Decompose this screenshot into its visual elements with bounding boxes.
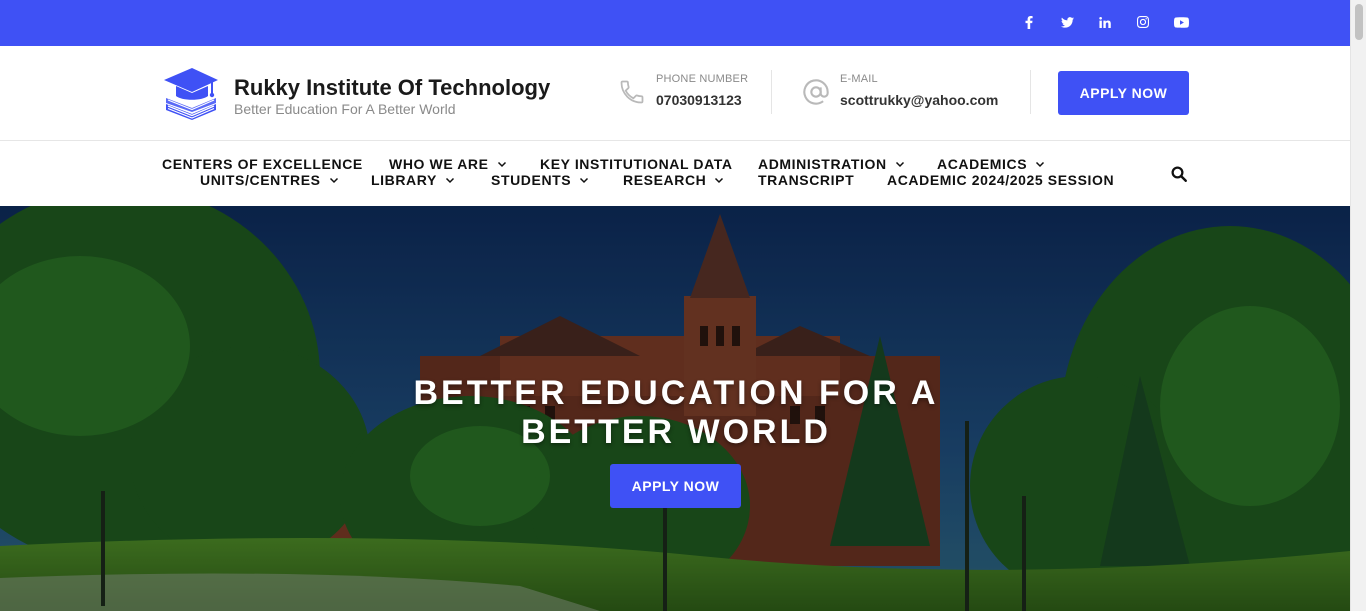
nav-item-academic-session[interactable]: ACADEMIC 2024/2025 SESSION bbox=[887, 172, 1114, 188]
scrollbar-thumb[interactable] bbox=[1355, 4, 1363, 40]
nav-item-transcript[interactable]: TRANSCRIPT bbox=[758, 172, 854, 188]
apply-now-button[interactable]: APPLY NOW bbox=[1058, 71, 1189, 115]
nav-item-research[interactable]: RESEARCH bbox=[623, 172, 725, 188]
chevron-down-icon bbox=[895, 161, 904, 168]
main-navigation: CENTERS OF EXCELLENCE WHO WE ARE KEY INS… bbox=[0, 141, 1350, 206]
social-links bbox=[1016, 12, 1206, 32]
email-label: E-MAIL bbox=[840, 73, 878, 85]
nav-label: ADMINISTRATION bbox=[758, 156, 887, 172]
phone-icon bbox=[618, 78, 648, 108]
top-social-bar bbox=[0, 0, 1350, 46]
nav-row-1: CENTERS OF EXCELLENCE WHO WE ARE KEY INS… bbox=[0, 156, 1350, 172]
at-sign-icon bbox=[802, 78, 832, 108]
nav-label: UNITS/CENTRES bbox=[200, 172, 321, 188]
nav-item-library[interactable]: LIBRARY bbox=[371, 172, 456, 188]
linkedin-icon[interactable] bbox=[1092, 12, 1118, 32]
nav-item-centers-of-excellence[interactable]: CENTERS OF EXCELLENCE bbox=[162, 156, 363, 172]
nav-item-who-we-are[interactable]: WHO WE ARE bbox=[389, 156, 508, 172]
hero-banner: BETTER EDUCATION FOR A BETTER WORLD APPL… bbox=[0, 206, 1350, 611]
hero-content: BETTER EDUCATION FOR A BETTER WORLD APPL… bbox=[0, 206, 1350, 611]
nav-row-2: UNITS/CENTRES LIBRARY STUDENTS RESEARCH … bbox=[0, 172, 1350, 188]
site-header: Rukky Institute Of Technology Better Edu… bbox=[0, 46, 1350, 141]
facebook-icon[interactable] bbox=[1016, 12, 1042, 32]
nav-label: ACADEMIC 2024/2025 SESSION bbox=[887, 172, 1115, 188]
nav-label: TRANSCRIPT bbox=[758, 172, 855, 188]
nav-label: STUDENTS bbox=[491, 172, 572, 188]
hero-apply-now-button[interactable]: APPLY NOW bbox=[610, 464, 741, 508]
nav-label: WHO WE ARE bbox=[389, 156, 489, 172]
email-contact: E-MAIL scottrukky@yahoo.com bbox=[802, 70, 1022, 120]
youtube-icon[interactable] bbox=[1168, 12, 1194, 32]
nav-label: CENTERS OF EXCELLENCE bbox=[162, 156, 363, 172]
nav-label: KEY INSTITUTIONAL DATA bbox=[540, 156, 733, 172]
phone-contact: PHONE NUMBER 07030913123 bbox=[618, 70, 758, 120]
nav-label: RESEARCH bbox=[623, 172, 707, 188]
nav-item-academics[interactable]: ACADEMICS bbox=[937, 156, 1046, 172]
twitter-icon[interactable] bbox=[1054, 12, 1080, 32]
phone-label: PHONE NUMBER bbox=[656, 73, 749, 85]
header-divider bbox=[1030, 70, 1031, 114]
nav-item-units-centres[interactable]: UNITS/CENTRES bbox=[200, 172, 340, 188]
chevron-down-icon bbox=[329, 177, 338, 184]
header-divider bbox=[771, 70, 772, 114]
nav-item-administration[interactable]: ADMINISTRATION bbox=[758, 156, 906, 172]
chevron-down-icon bbox=[1036, 161, 1045, 168]
site-tagline: Better Education For A Better World bbox=[234, 101, 456, 117]
nav-label: ACADEMICS bbox=[937, 156, 1028, 172]
chevron-down-icon bbox=[715, 177, 724, 184]
instagram-icon[interactable] bbox=[1130, 12, 1156, 32]
nav-item-key-institutional-data[interactable]: KEY INSTITUTIONAL DATA bbox=[540, 156, 733, 172]
chevron-down-icon bbox=[580, 177, 589, 184]
graduation-cap-book-icon[interactable] bbox=[162, 66, 220, 122]
chevron-down-icon bbox=[497, 161, 506, 168]
search-icon[interactable] bbox=[1170, 165, 1190, 185]
site-title[interactable]: Rukky Institute Of Technology bbox=[234, 75, 550, 101]
hero-title: BETTER EDUCATION FOR A BETTER WORLD bbox=[413, 374, 939, 451]
page-scrollbar[interactable] bbox=[1350, 0, 1366, 611]
chevron-down-icon bbox=[445, 177, 454, 184]
email-address[interactable]: scottrukky@yahoo.com bbox=[840, 92, 998, 108]
phone-number[interactable]: 07030913123 bbox=[656, 92, 742, 108]
nav-label: LIBRARY bbox=[371, 172, 437, 188]
nav-item-students[interactable]: STUDENTS bbox=[491, 172, 590, 188]
